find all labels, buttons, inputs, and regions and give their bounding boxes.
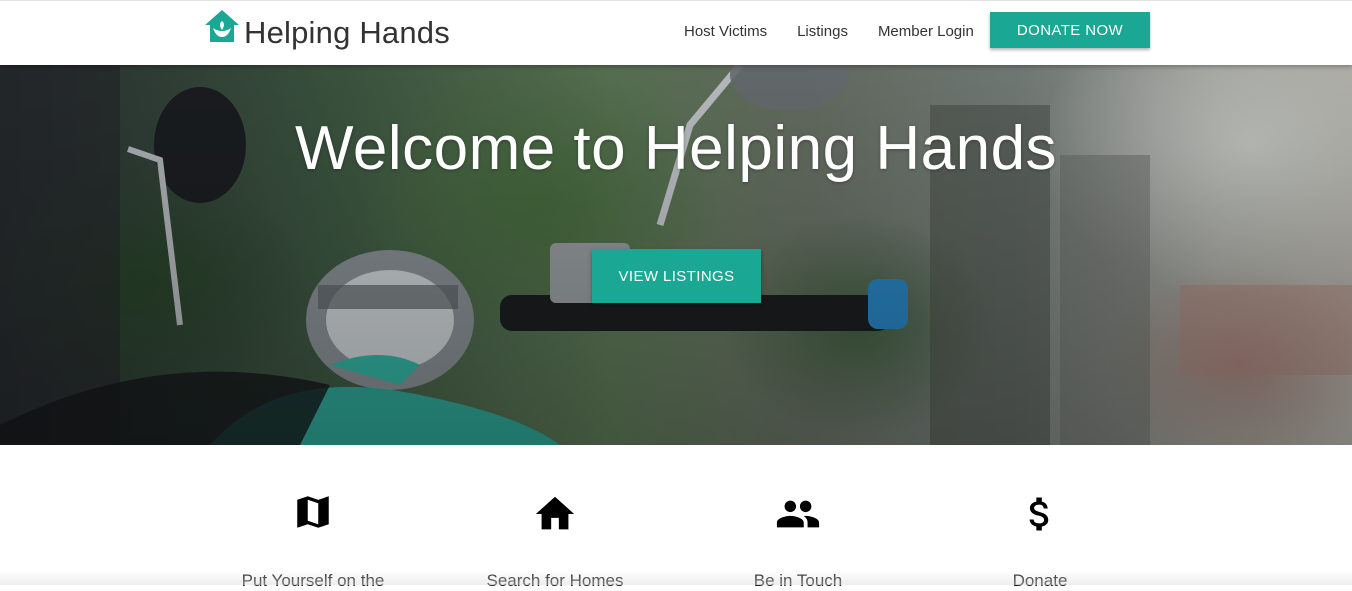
brand-link[interactable]: Helping Hands	[202, 9, 450, 57]
features-section: Put Yourself on the Search for Homes Be …	[0, 445, 1352, 590]
nav-listings[interactable]: Listings	[797, 23, 848, 40]
people-icon	[776, 500, 820, 528]
view-listings-button[interactable]: VIEW LISTINGS	[592, 249, 761, 303]
nav-member-login[interactable]: Member Login	[878, 23, 974, 40]
house-hands-icon	[205, 10, 239, 42]
dollar-icon	[1029, 497, 1049, 531]
brand-name: Helping Hands	[244, 15, 450, 50]
hero-title: Welcome to Helping Hands	[294, 114, 1058, 183]
home-icon	[535, 496, 575, 530]
navbar: Helping Hands Host Victims Listings Memb…	[0, 0, 1352, 65]
donate-now-button[interactable]: DONATE NOW	[990, 12, 1150, 48]
map-icon	[297, 496, 329, 528]
hero-banner: Welcome to Helping Hands VIEW LISTINGS	[0, 65, 1352, 445]
nav-host-victims[interactable]: Host Victims	[684, 23, 767, 40]
main-nav: Host Victims Listings Member Login	[684, 23, 1004, 40]
